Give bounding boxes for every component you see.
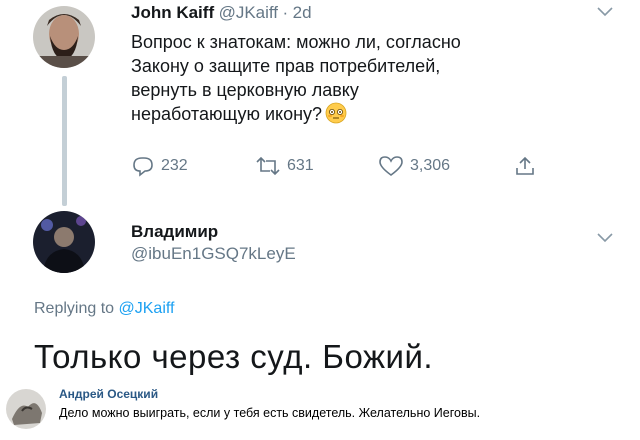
tweet-text-line: вернуть в церковную лавку bbox=[131, 80, 359, 100]
reply-author-name-wrap: Владимир bbox=[131, 222, 218, 242]
heart-icon bbox=[379, 156, 403, 176]
retweet-count: 631 bbox=[287, 157, 314, 174]
tweet-text-line: Вопрос к знатокам: можно ли, согласно bbox=[131, 32, 461, 52]
retweet-icon bbox=[256, 156, 280, 176]
tweet-time[interactable]: 2d bbox=[293, 3, 312, 22]
reply-author-handle[interactable]: @ibuEn1GSQ7kLeyE bbox=[131, 244, 296, 263]
avatar-john-kaiff[interactable] bbox=[33, 6, 95, 68]
comment-block: Андрей Осецкий Дело можно выиграть, если… bbox=[0, 386, 640, 440]
replying-to: Replying to @JKaiff bbox=[34, 300, 174, 318]
like-button[interactable]: 3,306 bbox=[378, 155, 450, 177]
reply-author-handle-wrap: @ibuEn1GSQ7kLeyE bbox=[131, 244, 296, 264]
author-name[interactable]: John Kaiff bbox=[131, 3, 214, 22]
avatar-image bbox=[33, 6, 95, 68]
reply-icon bbox=[133, 157, 153, 177]
comment-text: Дело можно выиграть, если у тебя есть св… bbox=[59, 406, 481, 420]
flushed-face-icon bbox=[325, 102, 347, 124]
chevron-down-icon[interactable] bbox=[596, 6, 614, 18]
tweet-text-line: неработающую икону? bbox=[131, 104, 323, 124]
reply-author-name[interactable]: Владимир bbox=[131, 222, 218, 241]
avatar-image bbox=[6, 389, 46, 429]
replying-prefix: Replying to bbox=[34, 300, 115, 317]
chevron-down-icon[interactable] bbox=[596, 232, 614, 244]
like-count: 3,306 bbox=[410, 157, 451, 174]
comment-avatar[interactable] bbox=[6, 389, 46, 429]
separator: · bbox=[282, 3, 289, 22]
author-handle[interactable]: @JKaiff bbox=[219, 3, 278, 22]
reply-count: 232 bbox=[161, 157, 188, 174]
tweet-header: John Kaiff @JKaiff · 2d bbox=[131, 3, 312, 23]
retweet-button[interactable]: 631 bbox=[255, 155, 314, 177]
thread-connector bbox=[62, 76, 67, 206]
comment-author-name[interactable]: Андрей Осецкий bbox=[59, 387, 158, 401]
reply-text: Только через суд. Божий. bbox=[34, 338, 434, 375]
share-icon bbox=[516, 156, 534, 175]
replying-mention-link[interactable]: @JKaiff bbox=[119, 300, 175, 317]
tweet-text-line: Закону о защите прав потребителей, bbox=[131, 56, 441, 76]
tweet-text: Вопрос к знатокам: можно ли, согласно За… bbox=[131, 30, 611, 126]
share-button[interactable] bbox=[514, 155, 542, 177]
reply-button[interactable]: 232 bbox=[131, 155, 188, 177]
avatar-vladimir[interactable] bbox=[33, 211, 95, 273]
tweet-actions: 232 631 3,306 bbox=[131, 155, 611, 179]
avatar-image bbox=[33, 211, 95, 273]
tweet-text-line-last: неработающую икону? bbox=[131, 102, 611, 126]
